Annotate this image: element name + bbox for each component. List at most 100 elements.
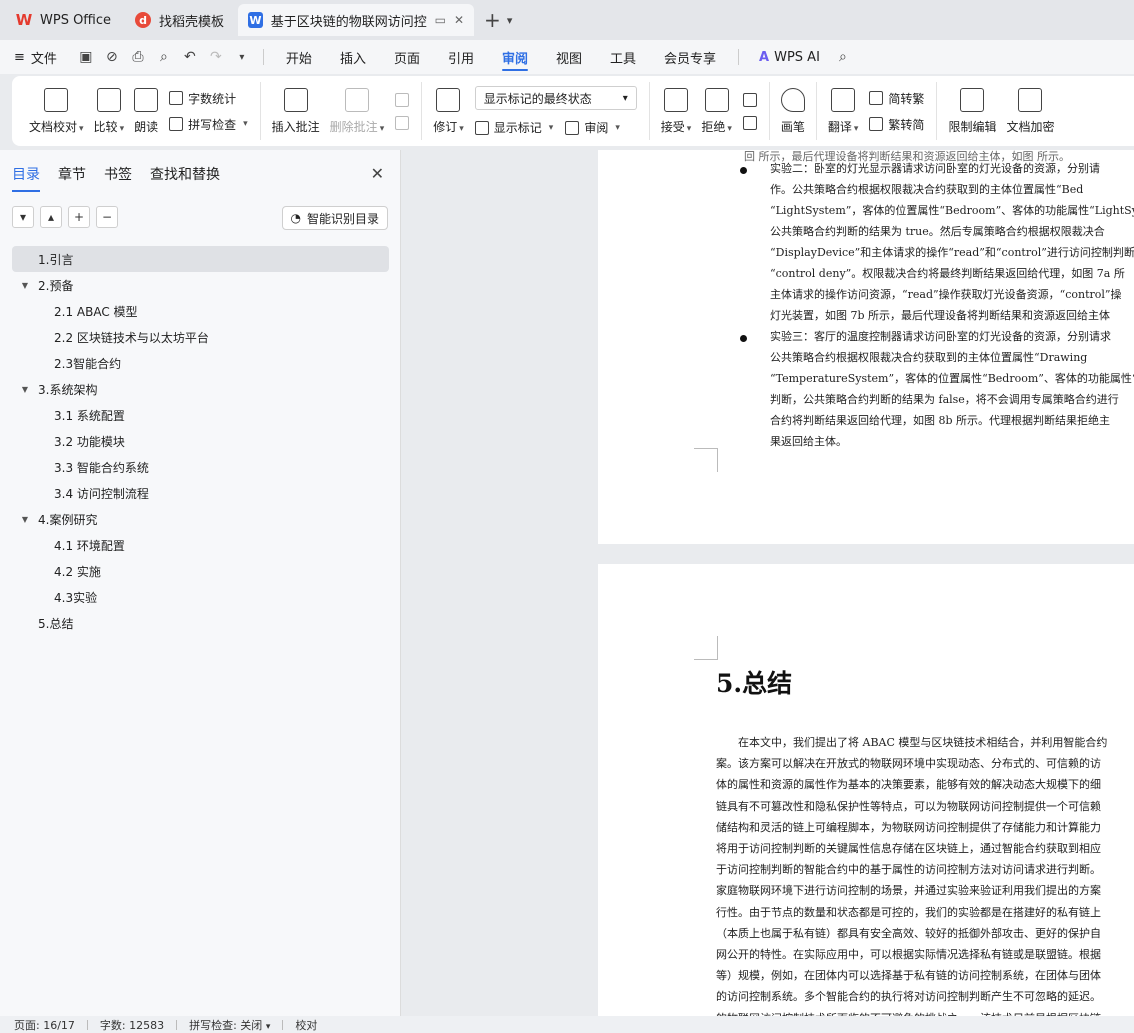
text-line: 公共策略合约根据权限裁决合约获取到的主体位置属性“Drawing (770, 351, 1088, 364)
close-icon[interactable]: ✕ (454, 13, 464, 27)
tab-bookmarks[interactable]: 书签 (104, 164, 132, 192)
traditional-to-simplified-button[interactable]: 繁转简 (869, 116, 924, 133)
revise-label: 修订 (433, 119, 458, 134)
toc-item-label: 1.引言 (38, 252, 74, 267)
tab-find-replace[interactable]: 查找和替换 (150, 164, 220, 192)
prev-change-button[interactable] (742, 92, 757, 107)
document-page: 回 所示，最后代理设备将判断结果和资源返回给主体，如图 所示。 实验二：卧室的灯… (598, 150, 1134, 544)
delete-comment-button[interactable]: 删除批注 ▾ (325, 82, 390, 140)
spell-check-indicator[interactable]: 拼写检查: 关闭 ▾ (189, 1017, 282, 1033)
reject-button[interactable]: 拒绝 ▾ (696, 82, 737, 140)
translate-button[interactable]: 翻译 ▾ (823, 82, 864, 140)
toc-item[interactable]: 4.1 环境配置 (12, 532, 389, 558)
undo-icon[interactable]: ↶ (177, 49, 203, 65)
text-line: 体的属性和资源的属性作为基本的决策要素，能够有效的解决动态大规模下的细 (716, 778, 1101, 792)
expand-up-button[interactable]: ▴ (40, 206, 62, 228)
text-line: 链具有不可篡改性和隐私保护性等特点，可以为物联网访问控制提供一个可信赖 (716, 799, 1101, 813)
review-pane-button[interactable]: 审阅 ▾ (565, 119, 620, 136)
new-tab-button[interactable]: + ▾ (478, 8, 518, 32)
tab-label: WPS Office (40, 12, 112, 28)
menu-view[interactable]: 视图 (542, 40, 596, 74)
read-aloud-button[interactable]: 朗读 (129, 82, 163, 140)
proof-indicator[interactable]: 校对 (295, 1017, 329, 1033)
writer-logo-icon: W (248, 12, 263, 28)
pen-group: 画笔 (770, 82, 817, 140)
accept-button[interactable]: 接受 ▾ (656, 82, 697, 140)
toc-item[interactable]: 1.引言 (12, 246, 389, 272)
menu-review[interactable]: 审阅 (488, 40, 542, 74)
menu-tools[interactable]: 工具 (596, 40, 650, 74)
toc-item[interactable]: 4.2 实施 (12, 558, 389, 584)
tab-document[interactable]: W 基于区块链的物联网访问控制 ▭ ✕ (238, 4, 475, 36)
file-menu[interactable]: ≡ 文件 (14, 48, 57, 67)
next-change-button[interactable] (742, 115, 757, 130)
toc-item[interactable]: 2.1 ABAC 模型 (12, 298, 389, 324)
toc-item[interactable]: 2.3智能合约 (12, 350, 389, 376)
toc-item-label: 3.3 智能合约系统 (54, 460, 149, 475)
collapse-all-button[interactable]: ▾ (12, 206, 34, 228)
compare-button[interactable]: 比较 ▾ (89, 82, 130, 140)
search-icon[interactable]: ⌕ (830, 49, 856, 65)
expand-triangle-icon[interactable]: ▼ (18, 515, 32, 524)
toc-item[interactable]: 3.4 访问控制流程 (12, 480, 389, 506)
reject-label: 拒绝 (701, 119, 726, 134)
menu-insert[interactable]: 插入 (326, 40, 380, 74)
menu-member[interactable]: 会员专享 (650, 40, 730, 74)
restrict-edit-label: 限制编辑 (948, 119, 997, 134)
toc-item[interactable]: 3.2 功能模块 (12, 428, 389, 454)
insert-comment-button[interactable]: 插入批注 (267, 82, 325, 140)
smart-toc-button[interactable]: ◔ 智能识别目录 (281, 206, 388, 230)
expand-triangle-icon[interactable]: ▼ (18, 385, 32, 394)
print-icon[interactable]: ⎙ (125, 49, 151, 65)
spell-check-button[interactable]: 拼写检查 ▾ (169, 116, 248, 133)
revise-button[interactable]: 修订 ▾ (428, 82, 469, 140)
add-heading-button[interactable]: + (68, 206, 90, 228)
proof-icon (44, 87, 69, 112)
doc-encrypt-button[interactable]: 文档加密 (1001, 82, 1059, 140)
tab-wps-office[interactable]: W WPS Office (6, 4, 121, 36)
toc-item[interactable]: 3.1 系统配置 (12, 402, 389, 428)
prev-comment-button[interactable] (395, 92, 410, 107)
close-icon[interactable]: ✕ (371, 164, 384, 183)
word-count-button[interactable]: 字数统计 (169, 90, 248, 107)
monitor-icon[interactable]: ▭ (435, 13, 446, 27)
toc-item[interactable]: 4.3实验 (12, 584, 389, 610)
toc-item[interactable]: ▼ 2.预备 (12, 272, 389, 298)
restrict-edit-button[interactable]: 限制编辑 (943, 82, 1001, 140)
toc-item[interactable]: 2.2 区块链技术与以太坊平台 (12, 324, 389, 350)
menu-reference[interactable]: 引用 (434, 40, 488, 74)
document-canvas[interactable]: 回 所示，最后代理设备将判断结果和资源返回给主体，如图 所示。 实验二：卧室的灯… (402, 150, 1134, 1016)
menu-home[interactable]: 开始 (272, 40, 326, 74)
print-preview-icon[interactable]: ⌕ (151, 49, 177, 65)
save-icon[interactable]: ▣ (73, 49, 99, 65)
doc-proof-label: 文档校对 (29, 119, 78, 134)
markup-state-select[interactable]: 显示标记的最终状态 ▾ (474, 86, 637, 110)
next-comment-button[interactable] (395, 115, 410, 130)
text-line: 家庭物联网环境下进行访问控制的场景，并通过实验来验证利用我们提出的方案 (716, 884, 1101, 898)
tab-template[interactable]: d 找稻壳模板 (125, 4, 234, 36)
menu-page[interactable]: 页面 (380, 40, 434, 74)
toc-item[interactable]: ▼ 3.系统架构 (12, 376, 389, 402)
doc-proof-button[interactable]: 文档校对 ▾ (24, 82, 89, 140)
word-count-indicator[interactable]: 字数: 12583 (100, 1017, 176, 1033)
redo-icon[interactable]: ↷ (203, 49, 229, 65)
tab-sections[interactable]: 章节 (58, 164, 86, 192)
expand-triangle-icon[interactable]: ▼ (18, 281, 32, 290)
toc-item[interactable]: ▼ 4.案例研究 (12, 506, 389, 532)
toc-item-label: 4.2 实施 (54, 564, 101, 579)
pen-button[interactable]: 画笔 (776, 82, 810, 140)
toc-item[interactable]: 3.3 智能合约系统 (12, 454, 389, 480)
chevron-down-icon[interactable]: ▾ (229, 52, 255, 63)
wps-ai-button[interactable]: A WPS AI (759, 50, 820, 65)
simplified-to-traditional-button[interactable]: 简转繁 (869, 90, 924, 107)
tab-toc[interactable]: 目录 (12, 164, 40, 192)
show-markup-label: 显示标记 (493, 121, 542, 135)
text-line: 储结构和灵活的链上可编程脚本，为物联网访问控制提供了存储能力和计算能力 (716, 820, 1101, 834)
remove-heading-button[interactable]: − (96, 206, 118, 228)
navigation-pane: 目录 章节 书签 查找和替换 ✕ ▾ ▴ + − ◔ 智能识别目录 1.引言 ▼ 2… (0, 150, 401, 1016)
link-icon[interactable]: ⊘ (99, 49, 125, 65)
show-markup-button[interactable]: 显示标记 ▾ (474, 119, 553, 136)
pen-icon (780, 87, 805, 112)
page-indicator[interactable]: 页面: 16/17 (14, 1017, 87, 1033)
toc-item[interactable]: 5.总结 (12, 610, 389, 636)
